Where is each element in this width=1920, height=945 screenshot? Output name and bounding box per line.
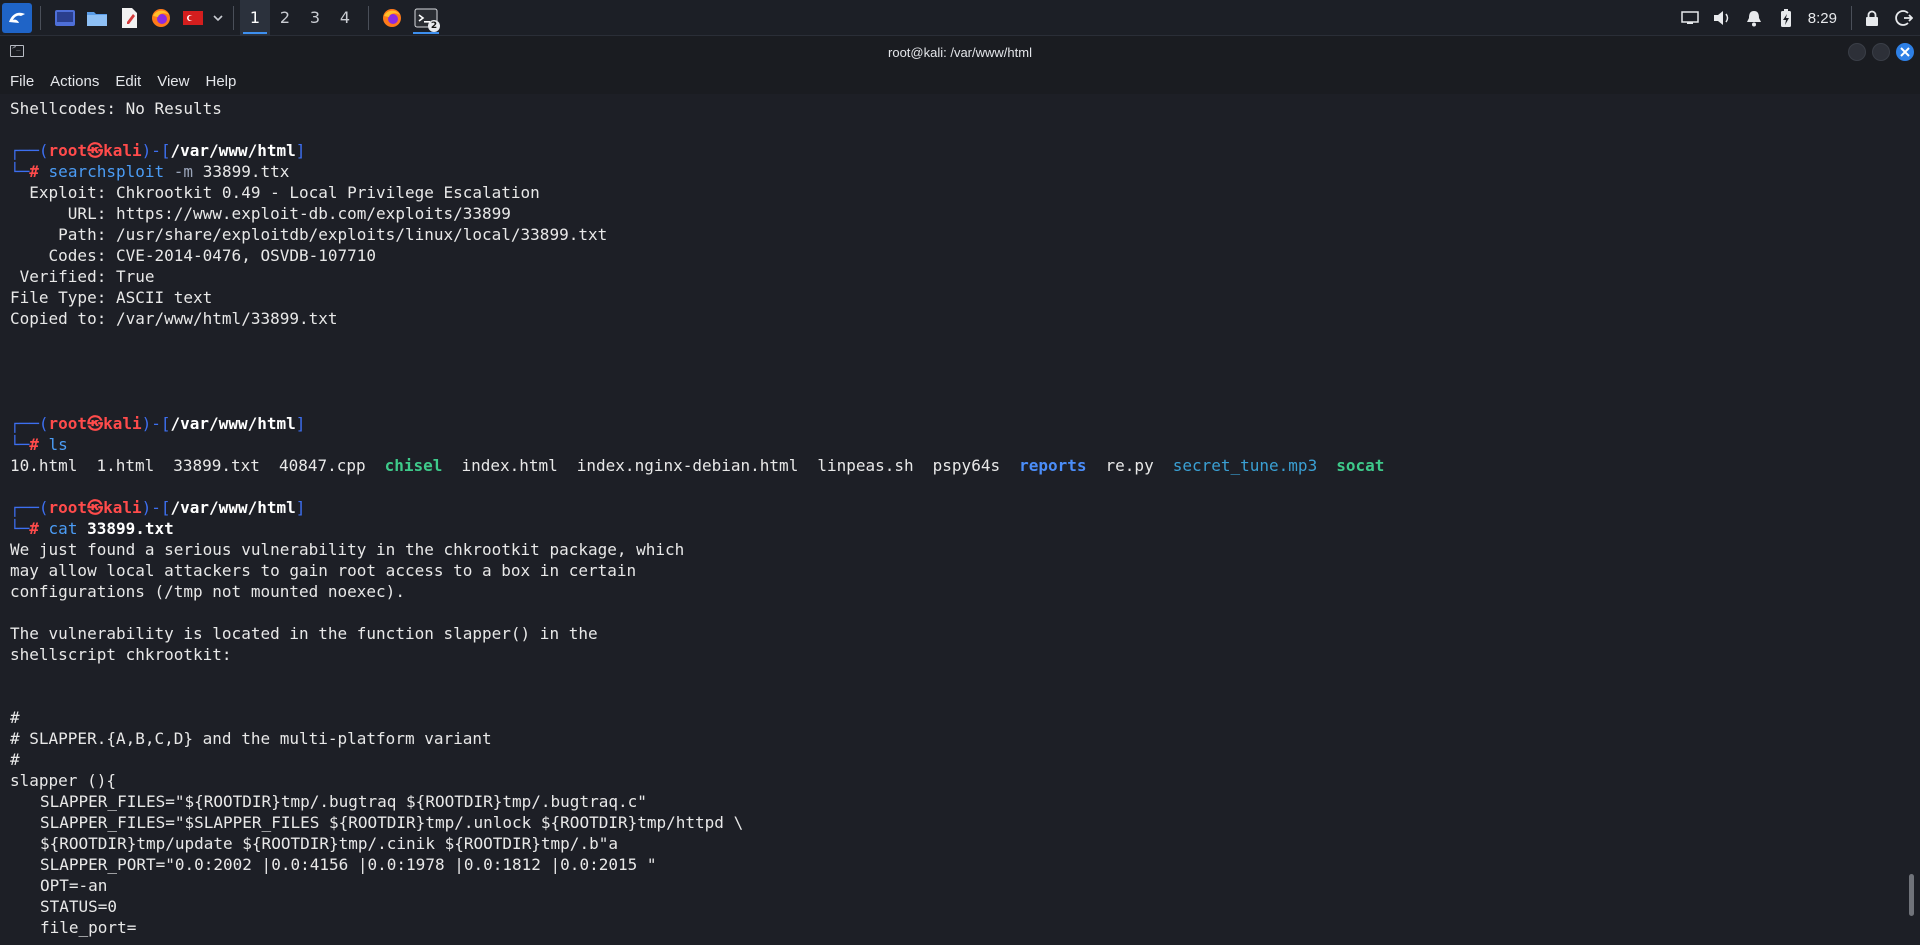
battery-charging-icon[interactable] <box>1770 0 1802 36</box>
volume-icon[interactable] <box>1706 0 1738 36</box>
file-manager-icon[interactable] <box>83 4 111 32</box>
clock[interactable]: 8:29 <box>1802 10 1847 27</box>
menu-bar: File Actions Edit View Help <box>0 68 1920 94</box>
ls-entry: pspy64s <box>932 456 1001 475</box>
ls-entry: linpeas.sh <box>817 456 914 475</box>
code-line: SLAPPER_FILES="$SLAPPER_FILES ${ROOTDIR}… <box>40 813 744 832</box>
firefox-icon[interactable] <box>147 4 175 32</box>
file-text-line: # SLAPPER.{A,B,C,D} and the multi-platfo… <box>10 729 492 748</box>
desktop-icon[interactable] <box>51 4 79 32</box>
file-text-line: shellscript chkrootkit: <box>10 645 232 664</box>
terminal-count-badge: 2 <box>428 19 440 32</box>
kali-menu-icon[interactable] <box>2 2 32 33</box>
output-line: Verified: True <box>10 267 155 286</box>
flag-app-icon[interactable] <box>179 4 207 32</box>
menu-view[interactable]: View <box>157 73 189 90</box>
file-text-line <box>10 602 1890 623</box>
close-button[interactable] <box>1896 43 1914 61</box>
prompt-line: ┌──(root㉿kali)-[/var/www/html] <box>10 414 306 433</box>
command-line: └─# cat 33899.txt <box>10 519 174 538</box>
output-line: Codes: CVE-2014-0476, OSVDB-107710 <box>10 246 377 265</box>
ls-entry: 10.html <box>10 456 78 475</box>
ls-entry: 40847.cpp <box>278 456 366 475</box>
close-icon <box>1900 47 1910 57</box>
text-editor-icon[interactable] <box>115 4 143 32</box>
command-line: └─# searchsploit -m 33899.ttx <box>10 162 290 181</box>
file-content: We just found a serious vulnerability in… <box>10 539 1890 791</box>
menu-actions[interactable]: Actions <box>50 73 99 90</box>
lock-icon[interactable] <box>1856 0 1888 36</box>
task-terminal[interactable]: 2 <box>409 0 443 36</box>
file-text-line: # <box>10 708 20 727</box>
output-line: File Type: ASCII text <box>10 288 213 307</box>
prompt-line: ┌──(root㉿kali)-[/var/www/html] <box>10 498 306 517</box>
terminal-lines: Shellcodes: No Results ┌──(root㉿kali)-[/… <box>10 98 1890 945</box>
code-line: ${ROOTDIR}tmp/update ${ROOTDIR}tmp/.cini… <box>40 834 618 853</box>
workspace-4[interactable]: 4 <box>330 0 360 36</box>
file-text-line <box>10 686 1890 707</box>
ls-entry: socat <box>1336 456 1385 475</box>
workspace-2[interactable]: 2 <box>270 0 300 36</box>
code-line: STATUS=0 <box>40 897 118 916</box>
ls-output-line: 10.html 1.html 33899.txt 40847.cpp chisel ind… <box>10 455 1890 476</box>
ls-entry: index.nginx-debian.html <box>576 456 799 475</box>
output-line: Path: /usr/share/exploitdb/exploits/linu… <box>10 225 608 244</box>
file-text-line: # <box>10 750 20 769</box>
window-titlebar[interactable]: root@kali: /var/www/html <box>0 36 1920 68</box>
terminal-window: root@kali: /var/www/html File Actions Ed… <box>0 36 1920 945</box>
ls-entry: index.html <box>461 456 558 475</box>
output-line: Exploit: Chkrootkit 0.49 - Local Privile… <box>10 183 540 202</box>
terminal-window-icon <box>10 43 24 57</box>
ls-entry: 33899.txt <box>173 456 260 475</box>
code-content: SLAPPER_FILES="${ROOTDIR}tmp/.bugtraq ${… <box>10 791 1890 945</box>
ls-entry: re.py <box>1105 456 1154 475</box>
code-line: SLAPPER_PORT="0.0:2002 |0.0:4156 |0.0:19… <box>40 855 657 874</box>
workspace-1[interactable]: 1 <box>240 0 270 36</box>
top-panel: 1 2 3 4 2 8:29 <box>0 0 1920 36</box>
output-line: Shellcodes: No Results <box>10 99 222 118</box>
terminal-output[interactable]: Shellcodes: No Results ┌──(root㉿kali)-[/… <box>0 94 1920 945</box>
command-line: └─# ls <box>10 435 68 454</box>
logout-icon[interactable] <box>1888 0 1920 36</box>
menu-file[interactable]: File <box>10 73 34 90</box>
workspace-3[interactable]: 3 <box>300 0 330 36</box>
file-text-line <box>10 665 1890 686</box>
scrollbar-thumb[interactable] <box>1909 874 1914 916</box>
ls-entry: 1.html <box>96 456 155 475</box>
file-text-line: may allow local attackers to gain root a… <box>10 561 637 580</box>
output-line: URL: https://www.exploit-db.com/exploits… <box>10 204 511 223</box>
file-text-line: slapper (){ <box>10 771 116 790</box>
file-text-line: configurations (/tmp not mounted noexec)… <box>10 582 405 601</box>
ls-entry: reports <box>1019 456 1087 475</box>
menu-help[interactable]: Help <box>205 73 236 90</box>
ls-entry: chisel <box>384 456 443 475</box>
firefox-icon <box>383 8 401 27</box>
menu-edit[interactable]: Edit <box>115 73 141 90</box>
output-line: Copied to: /var/www/html/33899.txt <box>10 309 338 328</box>
code-line: file_port= <box>40 918 137 937</box>
file-text-line: We just found a serious vulnerability in… <box>10 540 685 559</box>
code-line: SLAPPER_FILES="${ROOTDIR}tmp/.bugtraq ${… <box>40 792 647 811</box>
task-firefox[interactable] <box>375 0 409 36</box>
file-text-line: The vulnerability is located in the func… <box>10 624 598 643</box>
window-title: root@kali: /var/www/html <box>888 44 1032 60</box>
notification-bell-icon[interactable] <box>1738 0 1770 36</box>
display-icon[interactable] <box>1674 0 1706 36</box>
minimize-button[interactable] <box>1848 43 1866 61</box>
ls-entry: secret_tune.mp3 <box>1172 456 1318 475</box>
prompt-line: ┌──(root㉿kali)-[/var/www/html] <box>10 141 306 160</box>
maximize-button[interactable] <box>1872 43 1890 61</box>
chevron-down-icon[interactable] <box>211 4 225 32</box>
code-line: OPT=-an <box>40 876 108 895</box>
